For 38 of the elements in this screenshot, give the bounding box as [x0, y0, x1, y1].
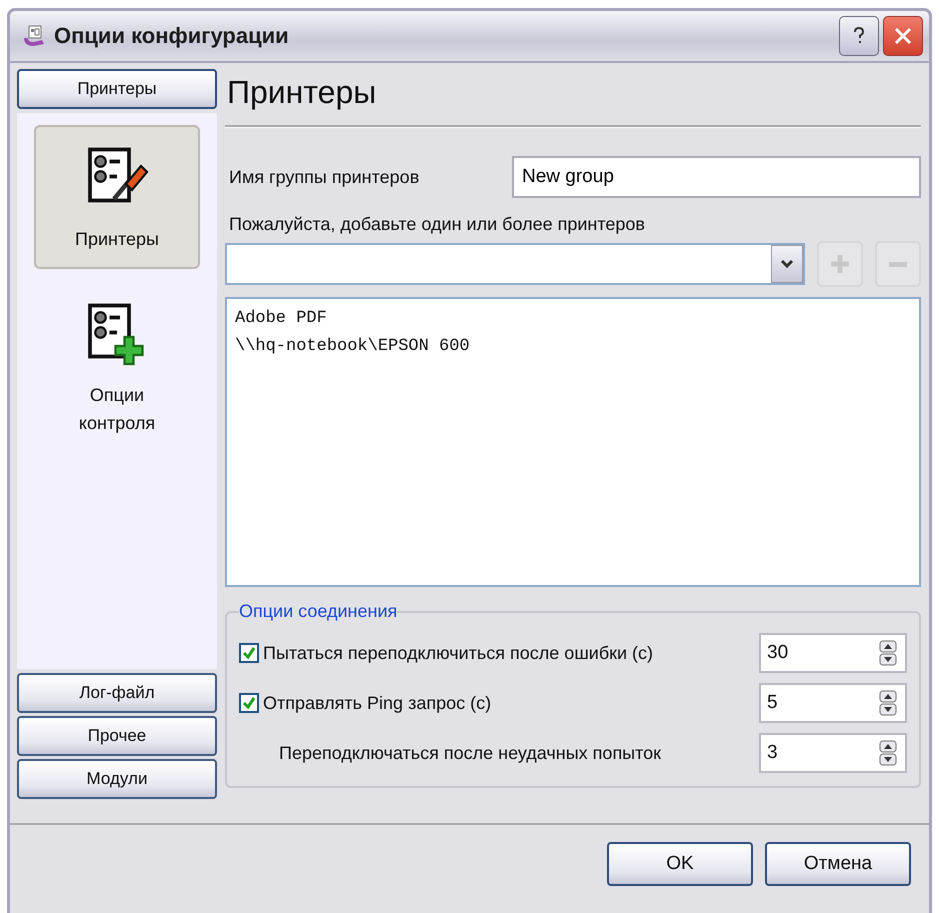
window-title: Опции конфигурации: [54, 23, 289, 49]
number-spinner[interactable]: 30: [759, 633, 907, 673]
spin-arrows-icon[interactable]: [879, 690, 897, 716]
sidebar-item[interactable]: Опции контроля: [34, 281, 200, 453]
item-label: Принтеры: [74, 228, 160, 251]
sidebar-group-button[interactable]: Лог-файл: [17, 673, 217, 713]
field-label: Пожалуйста, добавьте один или более принтеров: [229, 214, 646, 235]
close-button[interactable]: [883, 16, 923, 56]
minus-icon: [889, 262, 907, 266]
dialog-button[interactable]: Отмена: [765, 842, 911, 886]
sidebar-group-button[interactable]: Модули: [17, 759, 217, 799]
number-spinner[interactable]: 5: [759, 683, 907, 723]
checkbox[interactable]: [239, 693, 259, 713]
option-label: Пытаться переподключиться после ошибки (c): [263, 642, 654, 664]
list-item[interactable]: Adobe PDF: [235, 305, 911, 333]
page-heading: Принтеры: [226, 73, 378, 112]
checkbox[interactable]: [239, 643, 259, 663]
group-title: Опции соединения: [239, 601, 398, 622]
checkmark-icon: [241, 695, 257, 711]
spin-arrows-icon[interactable]: [879, 640, 897, 666]
close-icon: [893, 26, 913, 46]
checkmark-icon: [241, 645, 257, 661]
app-icon: [22, 24, 46, 48]
printer-list[interactable]: Adobe PDF \\hq-notebook\EPSON 600: [225, 297, 921, 587]
option-label: Отправлять Ping запрос (c): [263, 692, 492, 714]
group-name-field[interactable]: New group: [512, 156, 921, 198]
list-item[interactable]: \\hq-notebook\EPSON 600: [235, 333, 911, 361]
dialog-button[interactable]: OK: [607, 842, 753, 886]
help-button[interactable]: [839, 16, 879, 56]
sidebar-item[interactable]: Принтеры: [34, 125, 200, 269]
sidebar-group-button[interactable]: Прочее: [17, 716, 217, 756]
sidebar-group-button[interactable]: Принтеры: [17, 69, 217, 109]
item-label: Опции контроля: [78, 384, 156, 435]
field-label: Имя группы принтеров: [229, 166, 420, 188]
spin-arrows-icon[interactable]: [879, 740, 897, 766]
plus-icon: [828, 252, 852, 276]
option-label: Переподключаться после неудачных попыток: [279, 742, 662, 764]
number-spinner[interactable]: 3: [759, 733, 907, 773]
